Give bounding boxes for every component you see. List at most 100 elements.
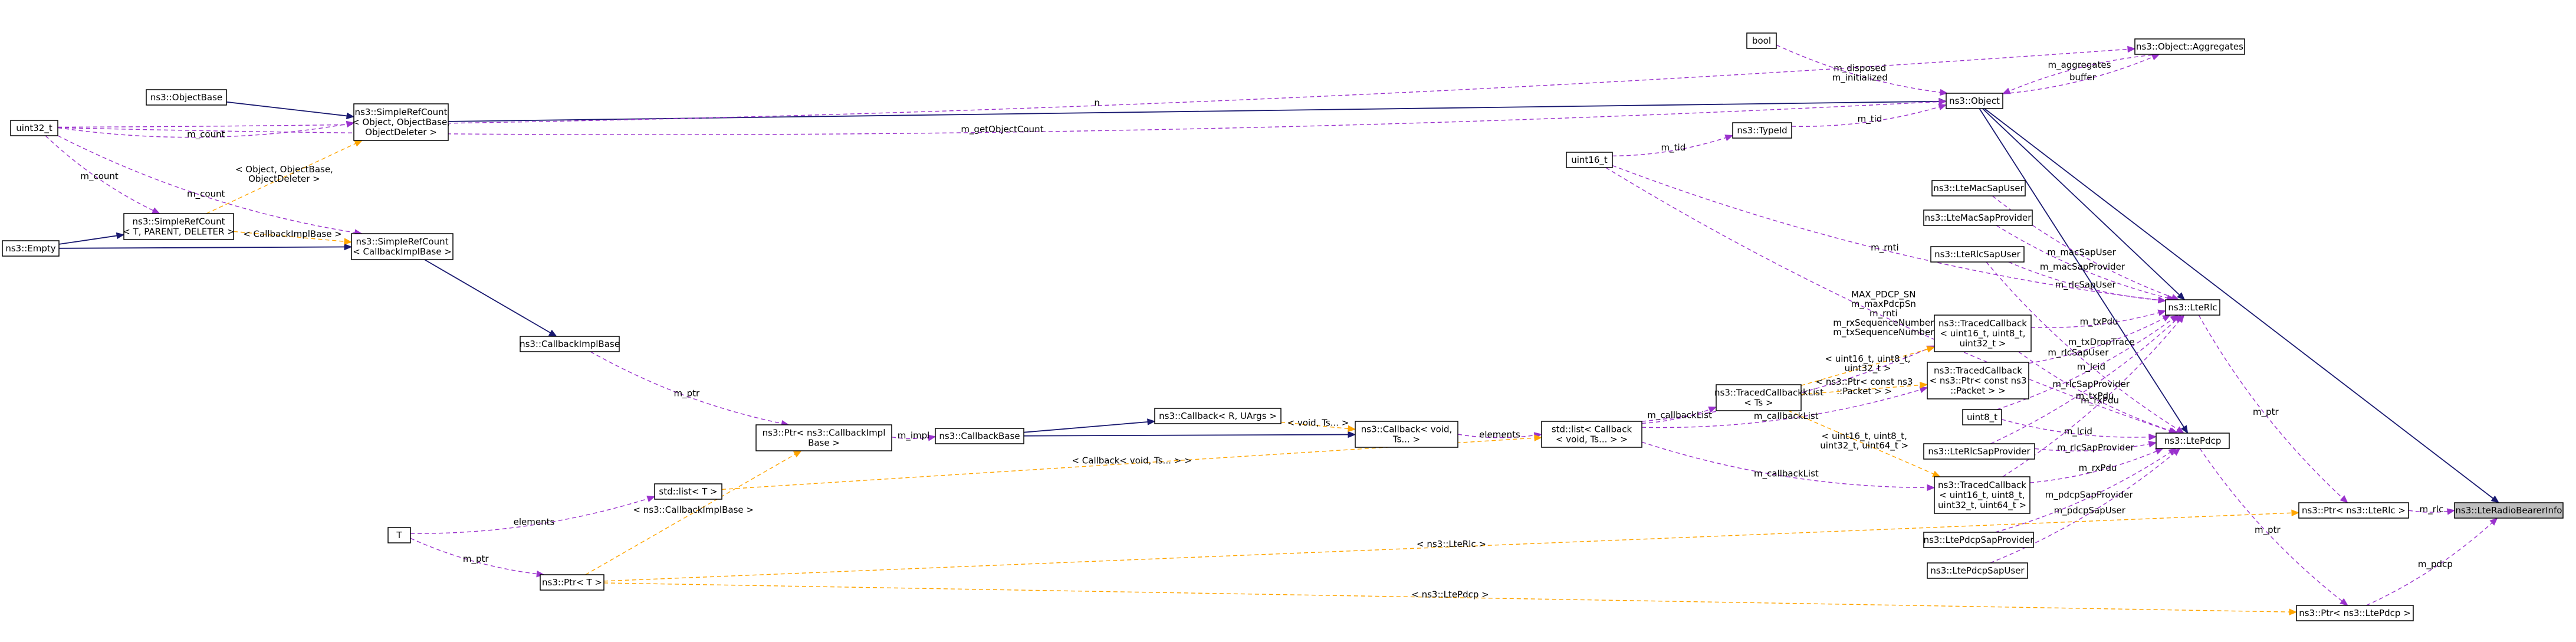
edge-label: ObjectDeleter > [248,173,320,184]
class-node-typeid[interactable]: ns3::TypeId [1732,122,1792,139]
class-node-label: Ts... > [1392,434,1420,445]
class-node-label: ObjectDeleter > [365,127,437,137]
usage-arrowhead [2148,441,2157,448]
class-node-label: ns3::TracedCallback [1938,318,2027,329]
class-node-label: ns3::Ptr< ns3::LtePdcp > [2299,608,2411,618]
class-node-label: uint16_t [1571,155,1608,166]
class-node-macsapuser[interactable]: ns3::LteMacSapUser [1931,180,2026,196]
class-node-pdcpsapprovider[interactable]: ns3::LtePdcpSapProvider [1923,532,2035,548]
class-node-objectbase[interactable]: ns3::ObjectBase [146,89,227,106]
class-node-ltepdcp[interactable]: ns3::LtePdcp [2156,433,2230,449]
class-node-label: ns3::LteRadioBearerInfo [2456,505,2562,516]
class-node-object[interactable]: ns3::Object [1946,93,2003,109]
edge-label: < ns3::LteRlc > [1417,539,1486,549]
class-node-empty[interactable]: ns3::Empty [2,240,60,257]
class-node-tc2[interactable]: ns3::TracedCallback< ns3::Ptr< const ns3… [1927,362,2029,399]
class-node-uint32-t[interactable]: uint32_t [10,120,58,136]
class-node-ptrpdcp[interactable]: ns3::Ptr< ns3::LtePdcp > [2296,605,2414,621]
edge-label: m_getObjectCount [961,124,1043,135]
class-node-uint16[interactable]: uint16_t [1566,152,1613,168]
class-node-listt[interactable]: std::list< T > [654,483,722,500]
inheritance-arrowhead [2490,495,2500,503]
edge-label: m_initialized [1832,73,1888,84]
class-node-tc3[interactable]: ns3::TracedCallback< uint16_t, uint8_t,u… [1934,476,2030,514]
class-node-tracedcbts[interactable]: ns3::TracedCallback< Ts > [1714,384,1803,411]
edge-label: m_rlcSapUser [2055,280,2117,291]
class-node-callbackru[interactable]: ns3::Callback< R, UArgs > [1154,408,1282,424]
diagram-nodes: uint32_tns3::Empty ns3::ObjectBasens3::Si… [2,32,2564,621]
edge-label: elements [1479,430,1520,440]
class-node-ptrcib[interactable]: ns3::Ptr< ns3::CallbackImplBase > [755,424,892,451]
class-node-callbackvoid[interactable]: ns3::Callback< void,Ts... > [1355,421,1458,448]
usage-arrowhead [2148,433,2157,441]
class-node-uint8[interactable]: uint8_t [1962,409,2002,425]
edge-label: m_rxPdu [2081,395,2119,406]
class-node-src-object[interactable]: ns3::SimpleRefCount< Object, ObjectBase,… [352,103,450,141]
class-node-src-t[interactable]: ns3::SimpleRefCount< T, PARENT, DELETER … [123,213,235,240]
class-node-label: uint32_t, uint64_t > [1938,500,2026,511]
class-node-label: ns3::Ptr< ns3::LteRlc > [2302,505,2406,516]
class-node-pdcpsapuser[interactable]: ns3::LtePdcpSapUser [1927,562,2028,579]
inheritance-arrowhead [548,329,557,337]
class-node-aggregates[interactable]: ns3::Object::Aggregates [2134,38,2245,55]
usage-arrowhead [2151,54,2160,61]
class-node-tc1[interactable]: ns3::TracedCallback< uint16_t, uint8_t,u… [1934,315,2032,352]
template-arrowhead [1348,425,1356,433]
class-node-label: < Ts > [1744,398,1773,408]
class-node-rlcsapprovider[interactable]: ns3::LteRlcSapProvider [1923,443,2035,460]
class-node-label: ns3::LteMacSapProvider [1925,212,2032,223]
class-node-label: ns3::Callback< R, UArgs > [1159,411,1277,421]
class-node-label: ns3::TracedCallback [1938,480,2026,490]
class-node-label: ns3::LtePdcpSapProvider [1924,535,2035,545]
template-arrowhead [344,238,353,245]
class-node-label: uint8_t [1967,412,1997,423]
class-node-label: ns3::ObjectBase [150,92,222,103]
edge-label: m_rlcSapProvider [2052,379,2130,390]
usage-arrowhead [1724,135,1734,141]
template-arrowhead [1926,346,1936,353]
edge-label: < ns3::CallbackImplBase > [633,505,754,515]
class-node-listcb[interactable]: std::list< Callback< void, Ts... > > [1541,421,1642,448]
class-node-rbinfo[interactable]: ns3::LteRadioBearerInfo [2454,502,2564,519]
usage-arrowhead [151,207,160,214]
inheritance-edge-src-object-to-object [448,100,1947,122]
class-node-label: ns3::Ptr< ns3::CallbackImpl [763,428,886,438]
edge-label: m_aggregates [2048,60,2111,71]
class-node-ptrt[interactable]: ns3::Ptr< T > [540,574,604,591]
class-node-lterlc[interactable]: ns3::LteRlc [2165,299,2220,316]
class-node-callbackbase[interactable]: ns3::CallbackBase [935,428,1024,444]
usage-arrowhead [2340,598,2348,606]
usage-arrowhead [2127,45,2136,53]
usage-arrowhead [2154,448,2164,455]
class-node-label: ns3::LtePdcp [2164,435,2222,446]
edge-label: uint32_t > [1845,363,1891,374]
class-node-label: ns3::Object::Aggregates [2136,41,2243,52]
class-node-label: ns3::CallbackBase [939,431,1020,441]
edge-label: ::Packet > > [1836,386,1892,397]
class-node-label: ns3::TracedCallback [1934,365,2022,376]
usage-arrowhead [2446,508,2456,515]
class-node-label: ns3::SimpleRefCount [133,217,225,227]
inheritance-arrowhead [1348,431,1356,438]
class-node-label: < ns3::Ptr< const ns3 [1930,375,2027,386]
class-node-callbackimplbase[interactable]: ns3::CallbackImplBase [520,336,620,352]
edge-label: m_ptr [673,388,700,399]
class-node-ptrrlc[interactable]: ns3::Ptr< ns3::LteRlc > [2298,502,2409,519]
edge-label: < CallbackImplBase > [243,228,342,239]
class-node-label: < CallbackImplBase > [353,247,452,257]
edge-label: m_ptr [2253,407,2279,418]
edge-label: m_txDropTrace [2068,336,2135,348]
class-node-t[interactable]: T [387,527,411,543]
edge-label: m_callbackList [1754,469,1819,480]
class-node-label: ns3::LteRlcSapUser [1934,249,2021,260]
class-node-label: std::list< Callback [1552,424,1632,435]
edge-label: m_count [187,189,225,200]
class-node-label: ns3::Ptr< T > [542,577,602,588]
class-node-label: ns3::Object [1949,96,2000,106]
class-node-rlcsapuser[interactable]: ns3::LteRlcSapUser [1930,246,2025,263]
class-node-bool[interactable]: bool [1746,32,1777,49]
usage-arrowhead [1938,103,1947,110]
class-node-src-cib[interactable]: ns3::SimpleRefCount< CallbackImplBase > [351,233,454,260]
class-node-macsapprovider[interactable]: ns3::LteMacSapProvider [1923,209,2033,226]
template-arrowhead [2291,509,2300,516]
